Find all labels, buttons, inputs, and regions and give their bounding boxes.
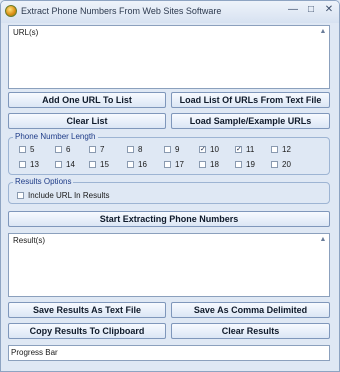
window-title: Extract Phone Numbers From Web Sites Sof… xyxy=(21,6,222,16)
include-url-checkbox[interactable]: Include URL In Results xyxy=(17,191,110,200)
copy-clipboard-button[interactable]: Copy Results To Clipboard xyxy=(8,323,166,339)
results-options-group: Results Options Include URL In Results xyxy=(8,177,330,204)
phone-length-option-label: 5 xyxy=(30,145,35,154)
phone-length-option-label: 10 xyxy=(210,145,219,154)
phone-length-option-label: 7 xyxy=(100,145,105,154)
checkbox-box[interactable] xyxy=(19,161,26,168)
phone-length-option-label: 11 xyxy=(246,145,255,154)
phone-length-option-label: 18 xyxy=(210,160,219,169)
window-controls: — □ ✕ xyxy=(287,4,335,16)
results-list[interactable]: Result(s) ▲ xyxy=(8,233,330,297)
phone-length-option-label: 8 xyxy=(138,145,143,154)
phone-length-checkbox[interactable]: 7 xyxy=(89,145,104,154)
scroll-up-icon[interactable]: ▲ xyxy=(319,236,327,244)
results-options-label: Results Options xyxy=(13,177,74,186)
phone-length-checkbox[interactable]: 16 xyxy=(127,160,147,169)
phone-length-option-label: 19 xyxy=(246,160,255,169)
url-list[interactable]: URL(s) ▲ xyxy=(8,25,330,89)
checkbox-box[interactable] xyxy=(164,161,171,168)
checkbox-box[interactable] xyxy=(19,146,26,153)
phone-length-option-label: 9 xyxy=(175,145,180,154)
phone-length-option-label: 15 xyxy=(100,160,109,169)
app-window: Extract Phone Numbers From Web Sites Sof… xyxy=(0,0,340,372)
url-list-label: URL(s) xyxy=(13,28,39,37)
phone-length-option-label: 6 xyxy=(66,145,71,154)
phone-length-option-label: 14 xyxy=(66,160,75,169)
checkbox-box[interactable] xyxy=(89,146,96,153)
load-sample-urls-button[interactable]: Load Sample/Example URLs xyxy=(171,113,330,129)
phone-length-checkbox[interactable]: 9 xyxy=(164,145,179,154)
phone-length-option-label: 17 xyxy=(175,160,184,169)
include-url-box[interactable] xyxy=(17,192,24,199)
phone-length-checkbox[interactable]: ✓ 10 xyxy=(199,145,219,154)
title-bar: Extract Phone Numbers From Web Sites Sof… xyxy=(1,1,339,23)
checkbox-box[interactable] xyxy=(271,161,278,168)
checkbox-box[interactable] xyxy=(89,161,96,168)
phone-length-checkbox[interactable]: 13 xyxy=(19,160,39,169)
checkbox-box[interactable] xyxy=(199,161,206,168)
include-url-label: Include URL In Results xyxy=(28,191,110,200)
checkbox-box[interactable] xyxy=(55,146,62,153)
scroll-up-icon[interactable]: ▲ xyxy=(319,28,327,36)
checkbox-box[interactable] xyxy=(127,146,134,153)
add-one-url-button[interactable]: Add One URL To List xyxy=(8,92,166,108)
phone-length-checkbox[interactable]: ✓ 11 xyxy=(235,145,254,154)
checkbox-box[interactable] xyxy=(164,146,171,153)
phone-length-checkbox[interactable]: 6 xyxy=(55,145,70,154)
clear-results-button[interactable]: Clear Results xyxy=(171,323,330,339)
phone-length-checkbox[interactable]: 15 xyxy=(89,160,109,169)
clear-list-button[interactable]: Clear List xyxy=(8,113,166,129)
checkbox-box[interactable] xyxy=(271,146,278,153)
checkbox-box[interactable]: ✓ xyxy=(235,146,242,153)
maximize-icon[interactable]: □ xyxy=(305,4,317,16)
phone-length-option-label: 16 xyxy=(138,160,147,169)
phone-length-option-label: 13 xyxy=(30,160,39,169)
load-url-list-button[interactable]: Load List Of URLs From Text File xyxy=(171,92,330,108)
phone-length-checkbox[interactable]: 19 xyxy=(235,160,255,169)
phone-length-checkbox[interactable]: 12 xyxy=(271,145,291,154)
checkbox-box[interactable] xyxy=(235,161,242,168)
results-list-label: Result(s) xyxy=(13,236,46,245)
phone-length-checkbox[interactable]: 20 xyxy=(271,160,291,169)
phone-length-checkbox[interactable]: 17 xyxy=(164,160,184,169)
phone-length-group: Phone Number Length 5 6 7 8 9 ✓ 10 ✓ 11 12 13 14 15 1… xyxy=(8,132,330,175)
phone-length-checkbox[interactable]: 18 xyxy=(199,160,219,169)
minimize-icon[interactable]: — xyxy=(287,4,299,16)
progress-bar: Progress Bar xyxy=(8,345,330,361)
save-comma-button[interactable]: Save As Comma Delimited xyxy=(171,302,330,318)
checkbox-box[interactable]: ✓ xyxy=(199,146,206,153)
phone-length-label: Phone Number Length xyxy=(13,132,98,141)
phone-length-checkbox[interactable]: 5 xyxy=(19,145,34,154)
close-icon[interactable]: ✕ xyxy=(323,4,335,16)
start-extracting-button[interactable]: Start Extracting Phone Numbers xyxy=(8,211,330,227)
checkbox-box[interactable] xyxy=(55,161,62,168)
app-icon xyxy=(5,5,17,17)
phone-length-checkbox[interactable]: 14 xyxy=(55,160,75,169)
phone-length-option-label: 12 xyxy=(282,145,291,154)
checkbox-box[interactable] xyxy=(127,161,134,168)
phone-length-option-label: 20 xyxy=(282,160,291,169)
save-text-button[interactable]: Save Results As Text File xyxy=(8,302,166,318)
phone-length-checkbox[interactable]: 8 xyxy=(127,145,142,154)
